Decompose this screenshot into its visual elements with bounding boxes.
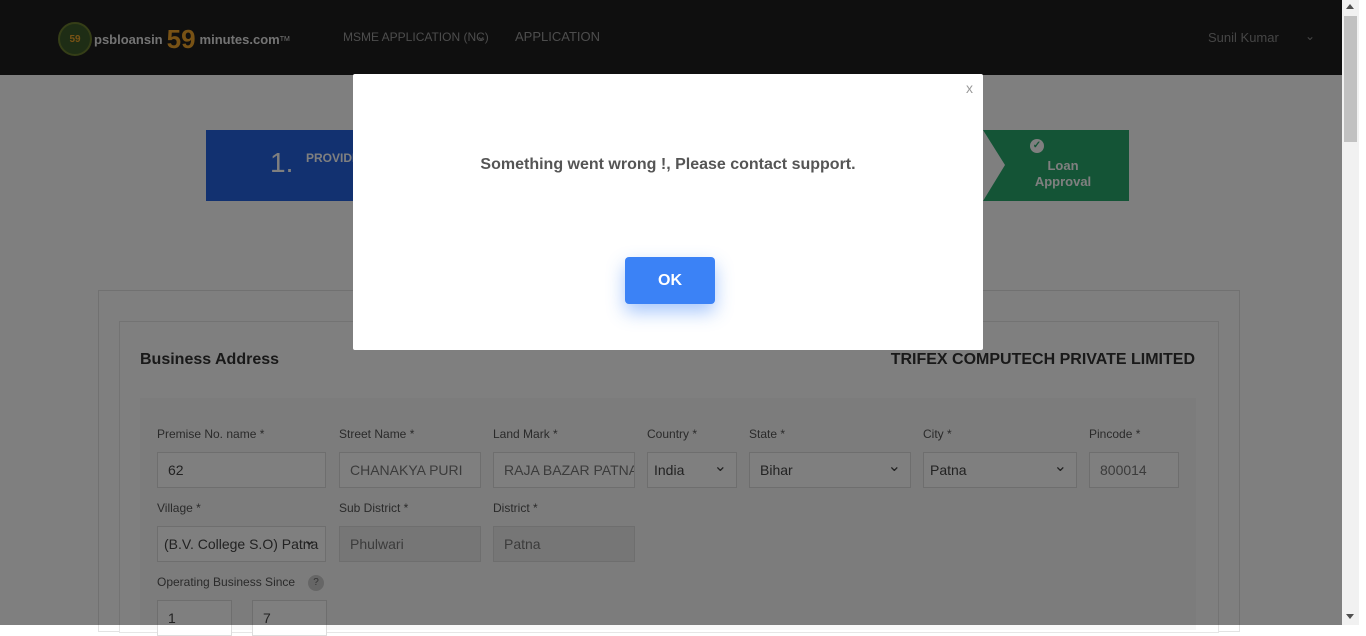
page-scrollbar[interactable] xyxy=(1342,0,1359,625)
scroll-thumb[interactable] xyxy=(1344,16,1357,142)
ok-button[interactable]: OK xyxy=(625,257,715,304)
error-dialog: x Something went wrong !, Please contact… xyxy=(353,74,983,350)
close-icon[interactable]: x xyxy=(966,80,973,96)
scroll-up-icon[interactable] xyxy=(1346,4,1354,9)
error-message: Something went wrong !, Please contact s… xyxy=(480,156,856,173)
scroll-down-icon[interactable] xyxy=(1346,614,1354,619)
